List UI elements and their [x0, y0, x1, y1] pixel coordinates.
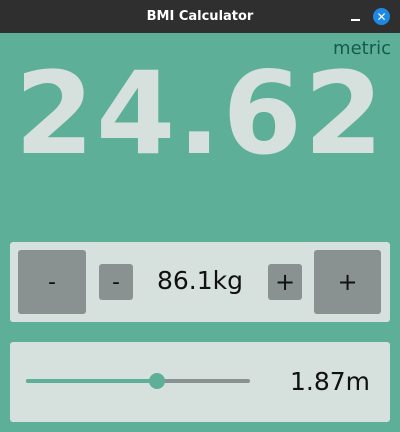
weight-panel: - - 86.1kg + +: [10, 242, 390, 322]
bmi-value: 24.62: [14, 47, 386, 180]
height-slider-fill: [26, 379, 158, 383]
close-icon[interactable]: ✕: [373, 8, 390, 25]
window-title: BMI Calculator: [146, 9, 254, 24]
minimize-icon[interactable]: [348, 8, 362, 24]
weight-value: 86.1kg: [156, 266, 243, 295]
height-panel: 1.87m: [10, 342, 390, 422]
weight-small-decrement-button[interactable]: -: [99, 264, 133, 300]
weight-large-increment-button[interactable]: +: [314, 250, 381, 314]
height-slider-thumb[interactable]: [149, 373, 166, 389]
weight-large-decrement-button[interactable]: -: [18, 250, 86, 314]
weight-small-increment-button[interactable]: +: [268, 264, 302, 300]
window-titlebar: BMI Calculator ✕: [0, 0, 400, 33]
height-slider[interactable]: [26, 372, 250, 390]
height-value: 1.87m: [289, 367, 370, 396]
app-content: metric 24.62 - - 86.1kg + + 1.87m: [0, 33, 400, 432]
